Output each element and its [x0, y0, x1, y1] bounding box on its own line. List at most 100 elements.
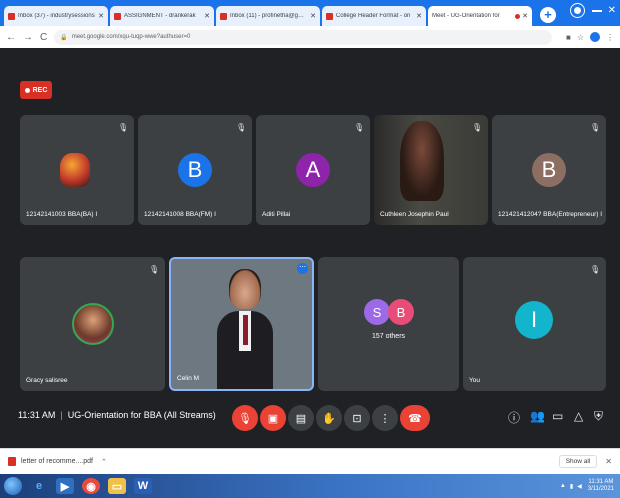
show-all-button[interactable]: Show all	[558, 455, 598, 468]
close-icon[interactable]: ✕	[605, 457, 612, 466]
participant-name: Aditi Pillai	[262, 211, 291, 218]
present-button[interactable]: ⊡	[344, 405, 370, 431]
network-icon[interactable]: ▮	[570, 483, 573, 490]
info-icon[interactable]: ⓘ	[508, 409, 520, 426]
profile-icon[interactable]	[570, 4, 584, 17]
tab-close-icon[interactable]: ✕	[204, 12, 210, 20]
meeting-title: UG-Orientation for BBA (All Streams)	[67, 410, 216, 420]
leave-call-button[interactable]: ☎	[400, 405, 430, 431]
participant-video-tile[interactable]: 🎙 Cuthleen Josephin Paul	[374, 115, 488, 225]
gmail-icon	[114, 12, 121, 20]
present-icon: ⊡	[352, 412, 362, 425]
mic-off-icon: 🎙	[236, 123, 247, 132]
participant-tile[interactable]: 🎙 Gracy salisree	[20, 257, 165, 391]
camera-toggle-button[interactable]: ▣	[260, 405, 286, 431]
more-vert-icon: ⋮	[379, 412, 391, 425]
browser-tab[interactable]: College Header Format - ori ✕	[322, 6, 426, 26]
tab-close-icon[interactable]: ✕	[98, 12, 104, 20]
participant-name: 12142141003 BBA(BA) I	[26, 211, 98, 218]
tab-close-icon[interactable]: ✕	[416, 12, 422, 20]
more-options-button[interactable]: ⋮	[372, 405, 398, 431]
reload-button[interactable]: C	[40, 32, 47, 43]
participant-tile[interactable]: 🎙 12142141003 BBA(BA) I	[20, 115, 134, 225]
menu-dots-icon[interactable]: ⋮	[606, 33, 614, 42]
gmail-icon	[8, 12, 15, 20]
participant-name: You	[469, 377, 480, 384]
people-icon[interactable]: 👥	[530, 409, 545, 423]
window-close-icon[interactable]: ✕	[608, 5, 616, 16]
others-avatar: B	[388, 299, 414, 325]
gmail-icon	[220, 12, 227, 20]
star-icon[interactable]: ☆	[577, 33, 584, 42]
chat-icon[interactable]: ▭	[552, 409, 563, 423]
mic-off-icon: 🎙	[590, 123, 601, 132]
participant-photo	[72, 303, 114, 345]
browser-tab[interactable]: Inbox (11) - profinetha@gmail ✕	[216, 6, 320, 26]
hang-up-icon: ☎	[408, 412, 422, 425]
participant-tile[interactable]: 🎙 B 12142141204? BBA(Entrepreneur) I	[492, 115, 606, 225]
tray-arrow-icon[interactable]: ▲	[560, 483, 566, 489]
more-options-icon[interactable]: ⋯	[297, 263, 308, 274]
participant-name: Celin M	[177, 375, 200, 382]
participant-avatar: A	[296, 153, 330, 187]
new-tab-button[interactable]: +	[540, 7, 556, 23]
host-controls-icon[interactable]: ⛨	[594, 409, 603, 424]
browser-tab[interactable]: ASSIGNMENT - drankerak ✕	[110, 6, 214, 26]
mic-off-icon: 🎙	[118, 123, 129, 132]
raise-hand-button[interactable]: ✋	[316, 405, 342, 431]
participant-tile[interactable]: 🎙 A Aditi Pillai	[256, 115, 370, 225]
ie-icon[interactable]: e	[30, 478, 48, 494]
captions-button[interactable]: ▤	[288, 405, 314, 431]
taskbar: e ▶ ◉ ▭ W ▲ ▮ ◀ 11:31 AM 3/11/2021	[0, 474, 620, 498]
word-icon[interactable]: W	[134, 478, 152, 494]
camera-icon[interactable]: ■	[566, 33, 571, 42]
participant-tile[interactable]: 🎙 B 12142141008 BBA(FM) I	[138, 115, 252, 225]
activities-icon[interactable]: △	[574, 409, 583, 423]
camera-off-icon: ▣	[267, 412, 279, 425]
mic-off-icon: 🎙	[238, 412, 252, 425]
self-avatar: I	[515, 301, 553, 339]
participant-avatar: B	[178, 153, 212, 187]
participant-video	[217, 269, 273, 389]
volume-icon[interactable]: ◀	[577, 483, 582, 490]
others-count: 157 others	[371, 333, 406, 340]
folder-icon[interactable]: ▭	[108, 478, 126, 494]
others-tile[interactable]: S B 157 others	[318, 257, 459, 391]
participant-video-tile-active[interactable]: ⋯ Celin M	[169, 257, 314, 391]
address-bar-row: ← → C 🔒 meet.google.com/xqu-tuqp-wwe?aut…	[0, 26, 620, 48]
gmail-icon	[326, 12, 333, 20]
participant-name: Cuthleen Josephin Paul	[380, 211, 449, 218]
back-button[interactable]: ←	[6, 32, 16, 43]
url-field[interactable]: 🔒 meet.google.com/xqu-tuqp-wwe?authuser=…	[54, 29, 552, 45]
mic-off-icon: 🎙	[354, 123, 365, 132]
self-tile[interactable]: 🎙 I You	[463, 257, 606, 391]
others-avatar: S	[364, 299, 390, 325]
mic-toggle-button[interactable]: 🎙	[232, 405, 258, 431]
mic-off-icon: 🎙	[149, 265, 160, 274]
participant-photo	[60, 153, 90, 187]
chrome-icon[interactable]: ◉	[82, 478, 100, 494]
browser-tab-active[interactable]: Meet - UG-Orientation for ✕	[0, 6, 532, 55]
recording-badge: REC	[20, 81, 52, 99]
download-item[interactable]: letter of recomme....pdf ⌃	[8, 457, 107, 466]
tab-close-icon[interactable]: ✕	[522, 12, 528, 20]
participant-name: 12142141204? BBA(Entrepreneur) I	[498, 211, 603, 218]
minimize-icon[interactable]	[591, 9, 602, 12]
forward-button[interactable]: →	[23, 32, 33, 43]
mic-off-icon: 🎙	[472, 123, 483, 132]
participant-name: 12142141008 BBA(FM) I	[144, 211, 216, 218]
captions-icon: ▤	[295, 412, 307, 425]
download-filename: letter of recomme....pdf	[21, 458, 93, 465]
chevron-up-icon[interactable]: ⌃	[101, 458, 107, 466]
taskbar-clock[interactable]: 11:31 AM 3/11/2021	[588, 479, 614, 493]
participant-avatar: B	[532, 153, 566, 187]
url-text: meet.google.com/xqu-tuqp-wwe?authuser=0	[71, 34, 191, 40]
record-dot-icon	[24, 87, 30, 93]
media-player-icon[interactable]: ▶	[56, 478, 74, 494]
start-button[interactable]	[4, 477, 22, 495]
browser-tab[interactable]: Inbox (37) - industrysessions ✕	[4, 6, 108, 26]
meet-area: REC 🎙 12142141003 BBA(BA) I 🎙 B 12142141…	[0, 48, 620, 448]
tab-close-icon[interactable]: ✕	[310, 12, 316, 20]
extension-icon[interactable]	[590, 32, 600, 42]
window-controls: ✕	[570, 4, 616, 17]
